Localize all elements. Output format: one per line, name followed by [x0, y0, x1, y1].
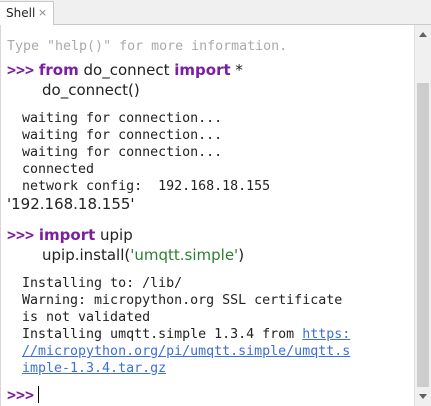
result-value: '192.168.18.155' — [7, 195, 135, 213]
prompt: >>> — [7, 61, 35, 79]
code-text: Installing umqtt.simple 1.3.4 from — [22, 327, 303, 342]
input-line-4: upip.install('umqtt.simple') — [42, 246, 244, 265]
scroll-down-icon[interactable] — [419, 394, 427, 399]
code-text: ) — [238, 246, 245, 264]
package-url-link[interactable]: https: — [302, 327, 350, 342]
keyword-import: import — [38, 226, 96, 244]
scroll-up-icon[interactable] — [419, 32, 427, 37]
code-text: upip.install( — [42, 246, 131, 264]
input-line-2: do_connect() — [42, 81, 140, 99]
package-url-link[interactable]: imple-1.3.4.tar.gz — [22, 361, 166, 376]
text-cursor — [38, 386, 40, 403]
keyword-from: from — [38, 61, 79, 79]
code-text: upip — [95, 226, 133, 244]
vertical-scrollbar[interactable] — [414, 25, 431, 406]
help-hint: Type "help()" for more information. — [7, 39, 288, 54]
prompt: >>> — [7, 226, 35, 244]
code-text: * — [230, 61, 243, 79]
package-url-link[interactable]: //micropython.org/pi/umqtt.simple/umqtt.… — [22, 344, 350, 359]
keyword-import: import — [174, 61, 231, 79]
string-literal: 'umqtt.simple' — [130, 246, 239, 264]
scrollbar-thumb[interactable] — [417, 83, 429, 387]
tab-bar: Shell × — [0, 0, 431, 25]
input-line-3: >>> import upip — [7, 226, 133, 245]
output-line: imple-1.3.4.tar.gz — [22, 359, 166, 378]
input-line-current[interactable]: >>> — [7, 386, 40, 405]
close-icon[interactable]: × — [38, 6, 47, 20]
output-line: network config: 192.168.18.155 — [22, 179, 271, 194]
tab-shell[interactable]: Shell × — [0, 1, 54, 25]
input-line-1: >>> from do_connect import * — [7, 61, 243, 80]
code-text: do_connect — [78, 61, 175, 79]
tab-shell-label: Shell — [6, 6, 36, 20]
prompt: >>> — [7, 386, 35, 404]
shell-console[interactable]: Type "help()" for more information. >>> … — [0, 25, 431, 406]
